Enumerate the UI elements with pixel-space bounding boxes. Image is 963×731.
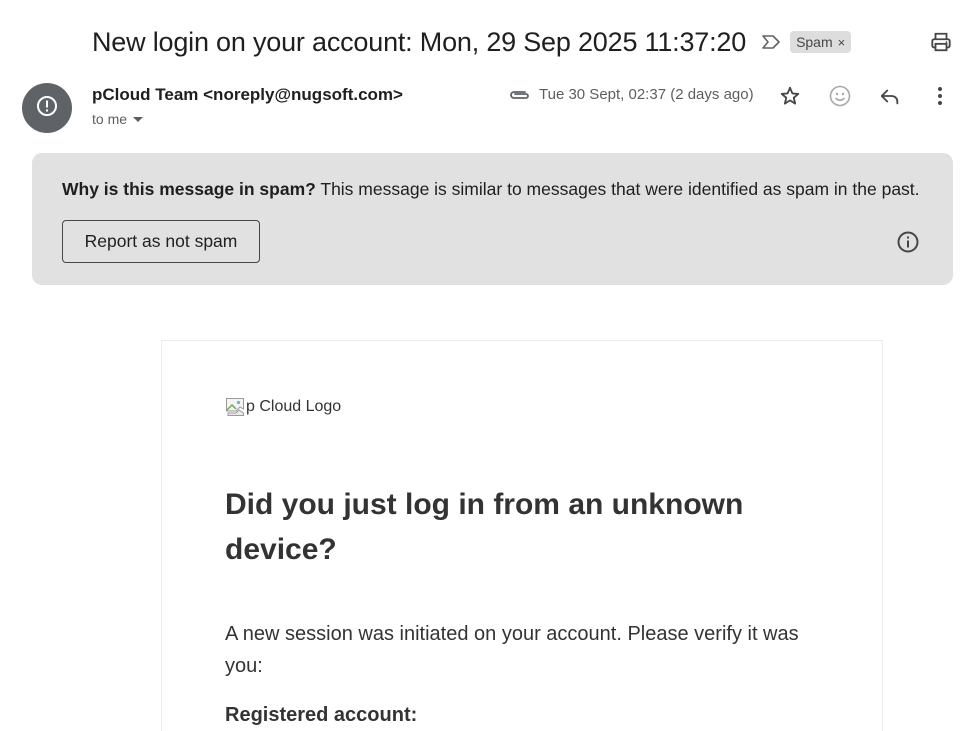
email-body-card: p Cloud Logo Did you just log in from an… (161, 340, 883, 731)
reply-icon[interactable] (877, 83, 903, 109)
remove-label-button[interactable]: × (838, 35, 846, 50)
broken-image-icon (225, 397, 245, 417)
broken-logo-image: p Cloud Logo (225, 397, 341, 417)
email-view: New login on your account: Mon, 29 Sep 2… (0, 0, 963, 731)
emoji-icon[interactable] (827, 83, 853, 109)
report-not-spam-button[interactable]: Report as not spam (62, 220, 260, 263)
spam-reason: This message is similar to messages that… (315, 179, 920, 199)
label-importance-icon[interactable] (760, 31, 782, 53)
attachment-icon (507, 86, 531, 104)
email-paragraph: A new session was initiated on your acco… (225, 623, 799, 677)
subject-row: New login on your account: Mon, 29 Sep 2… (92, 22, 852, 62)
spam-question: Why is this message in spam? (62, 179, 316, 199)
spam-explanation: Why is this message in spam? This messag… (62, 179, 920, 200)
sender-avatar[interactable] (22, 83, 72, 133)
logo-alt-text: p Cloud Logo (246, 398, 342, 415)
recipient-text: to me (92, 111, 128, 127)
spam-warning-banner: Why is this message in spam? This messag… (32, 153, 953, 285)
registered-account-label: Registered account: (225, 704, 418, 726)
alert-icon (35, 94, 59, 123)
print-icon[interactable] (928, 29, 954, 55)
spam-label-chip: Spam × (790, 31, 852, 53)
star-icon[interactable] (777, 83, 803, 109)
email-subject: New login on your account: Mon, 29 Sep 2… (92, 26, 747, 57)
chevron-down-icon (133, 116, 144, 122)
spam-label-text: Spam (796, 34, 833, 50)
email-date: Tue 30 Sept, 02:37 (2 days ago) (539, 86, 754, 103)
info-icon[interactable] (896, 230, 920, 254)
email-heading: Did you just log in from an unknown devi… (225, 488, 744, 566)
sender-name: pCloud Team <noreply@nugsoft.com> (92, 85, 403, 104)
recipient-details-toggle[interactable]: to me (92, 111, 144, 127)
more-vert-icon[interactable] (927, 83, 953, 109)
